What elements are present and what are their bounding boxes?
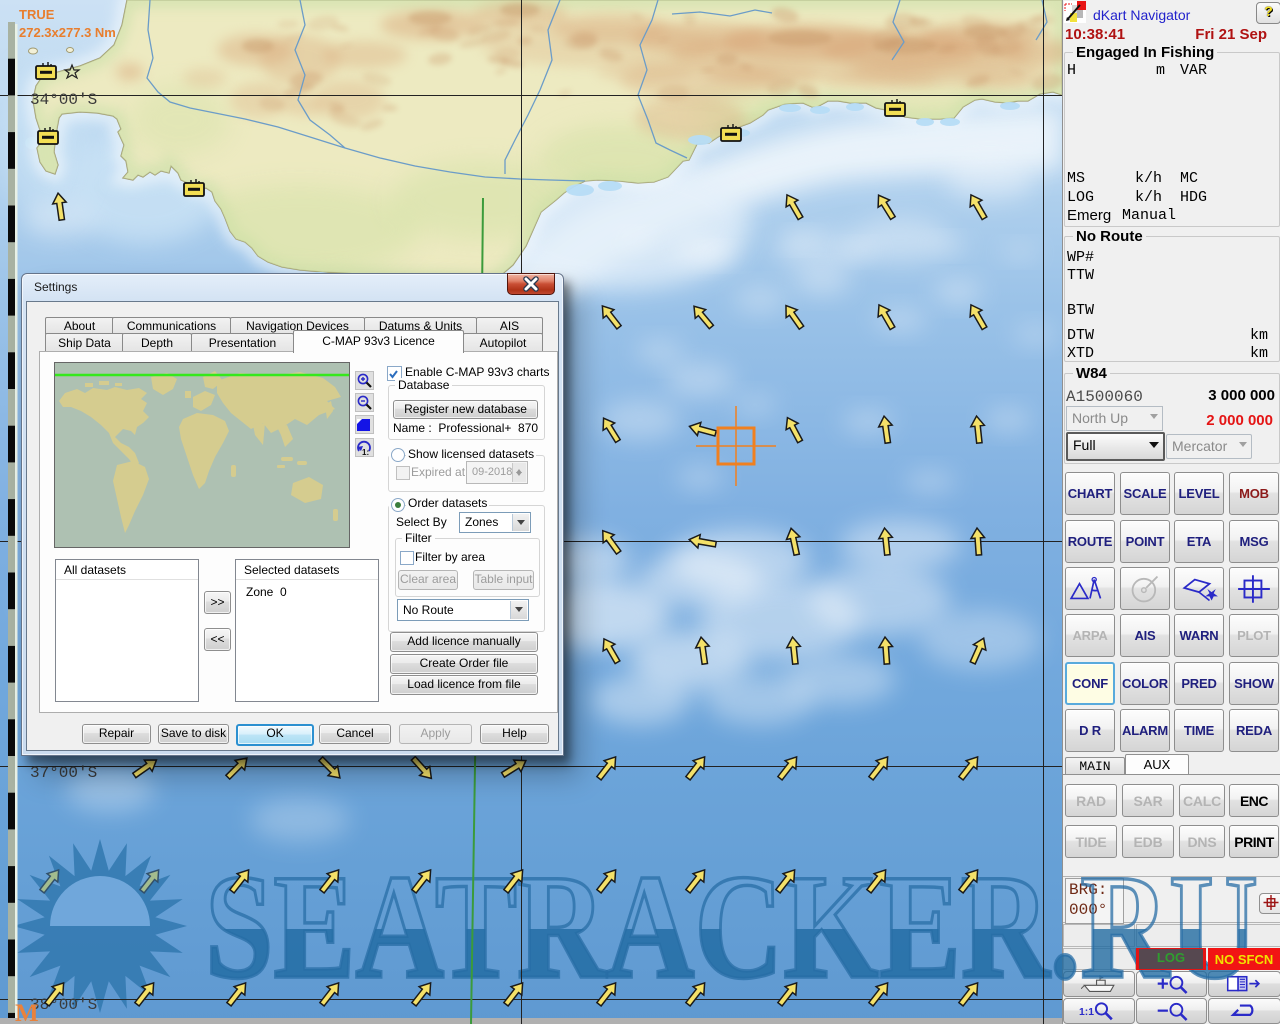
svg-text:38°00'S: 38°00'S	[30, 996, 97, 1014]
svg-text:1:: 1:	[362, 448, 369, 456]
svg-text:M: M	[15, 1000, 39, 1024]
svg-text:37°00'S: 37°00'S	[30, 764, 97, 782]
svg-text:34°00'S: 34°00'S	[30, 91, 97, 109]
